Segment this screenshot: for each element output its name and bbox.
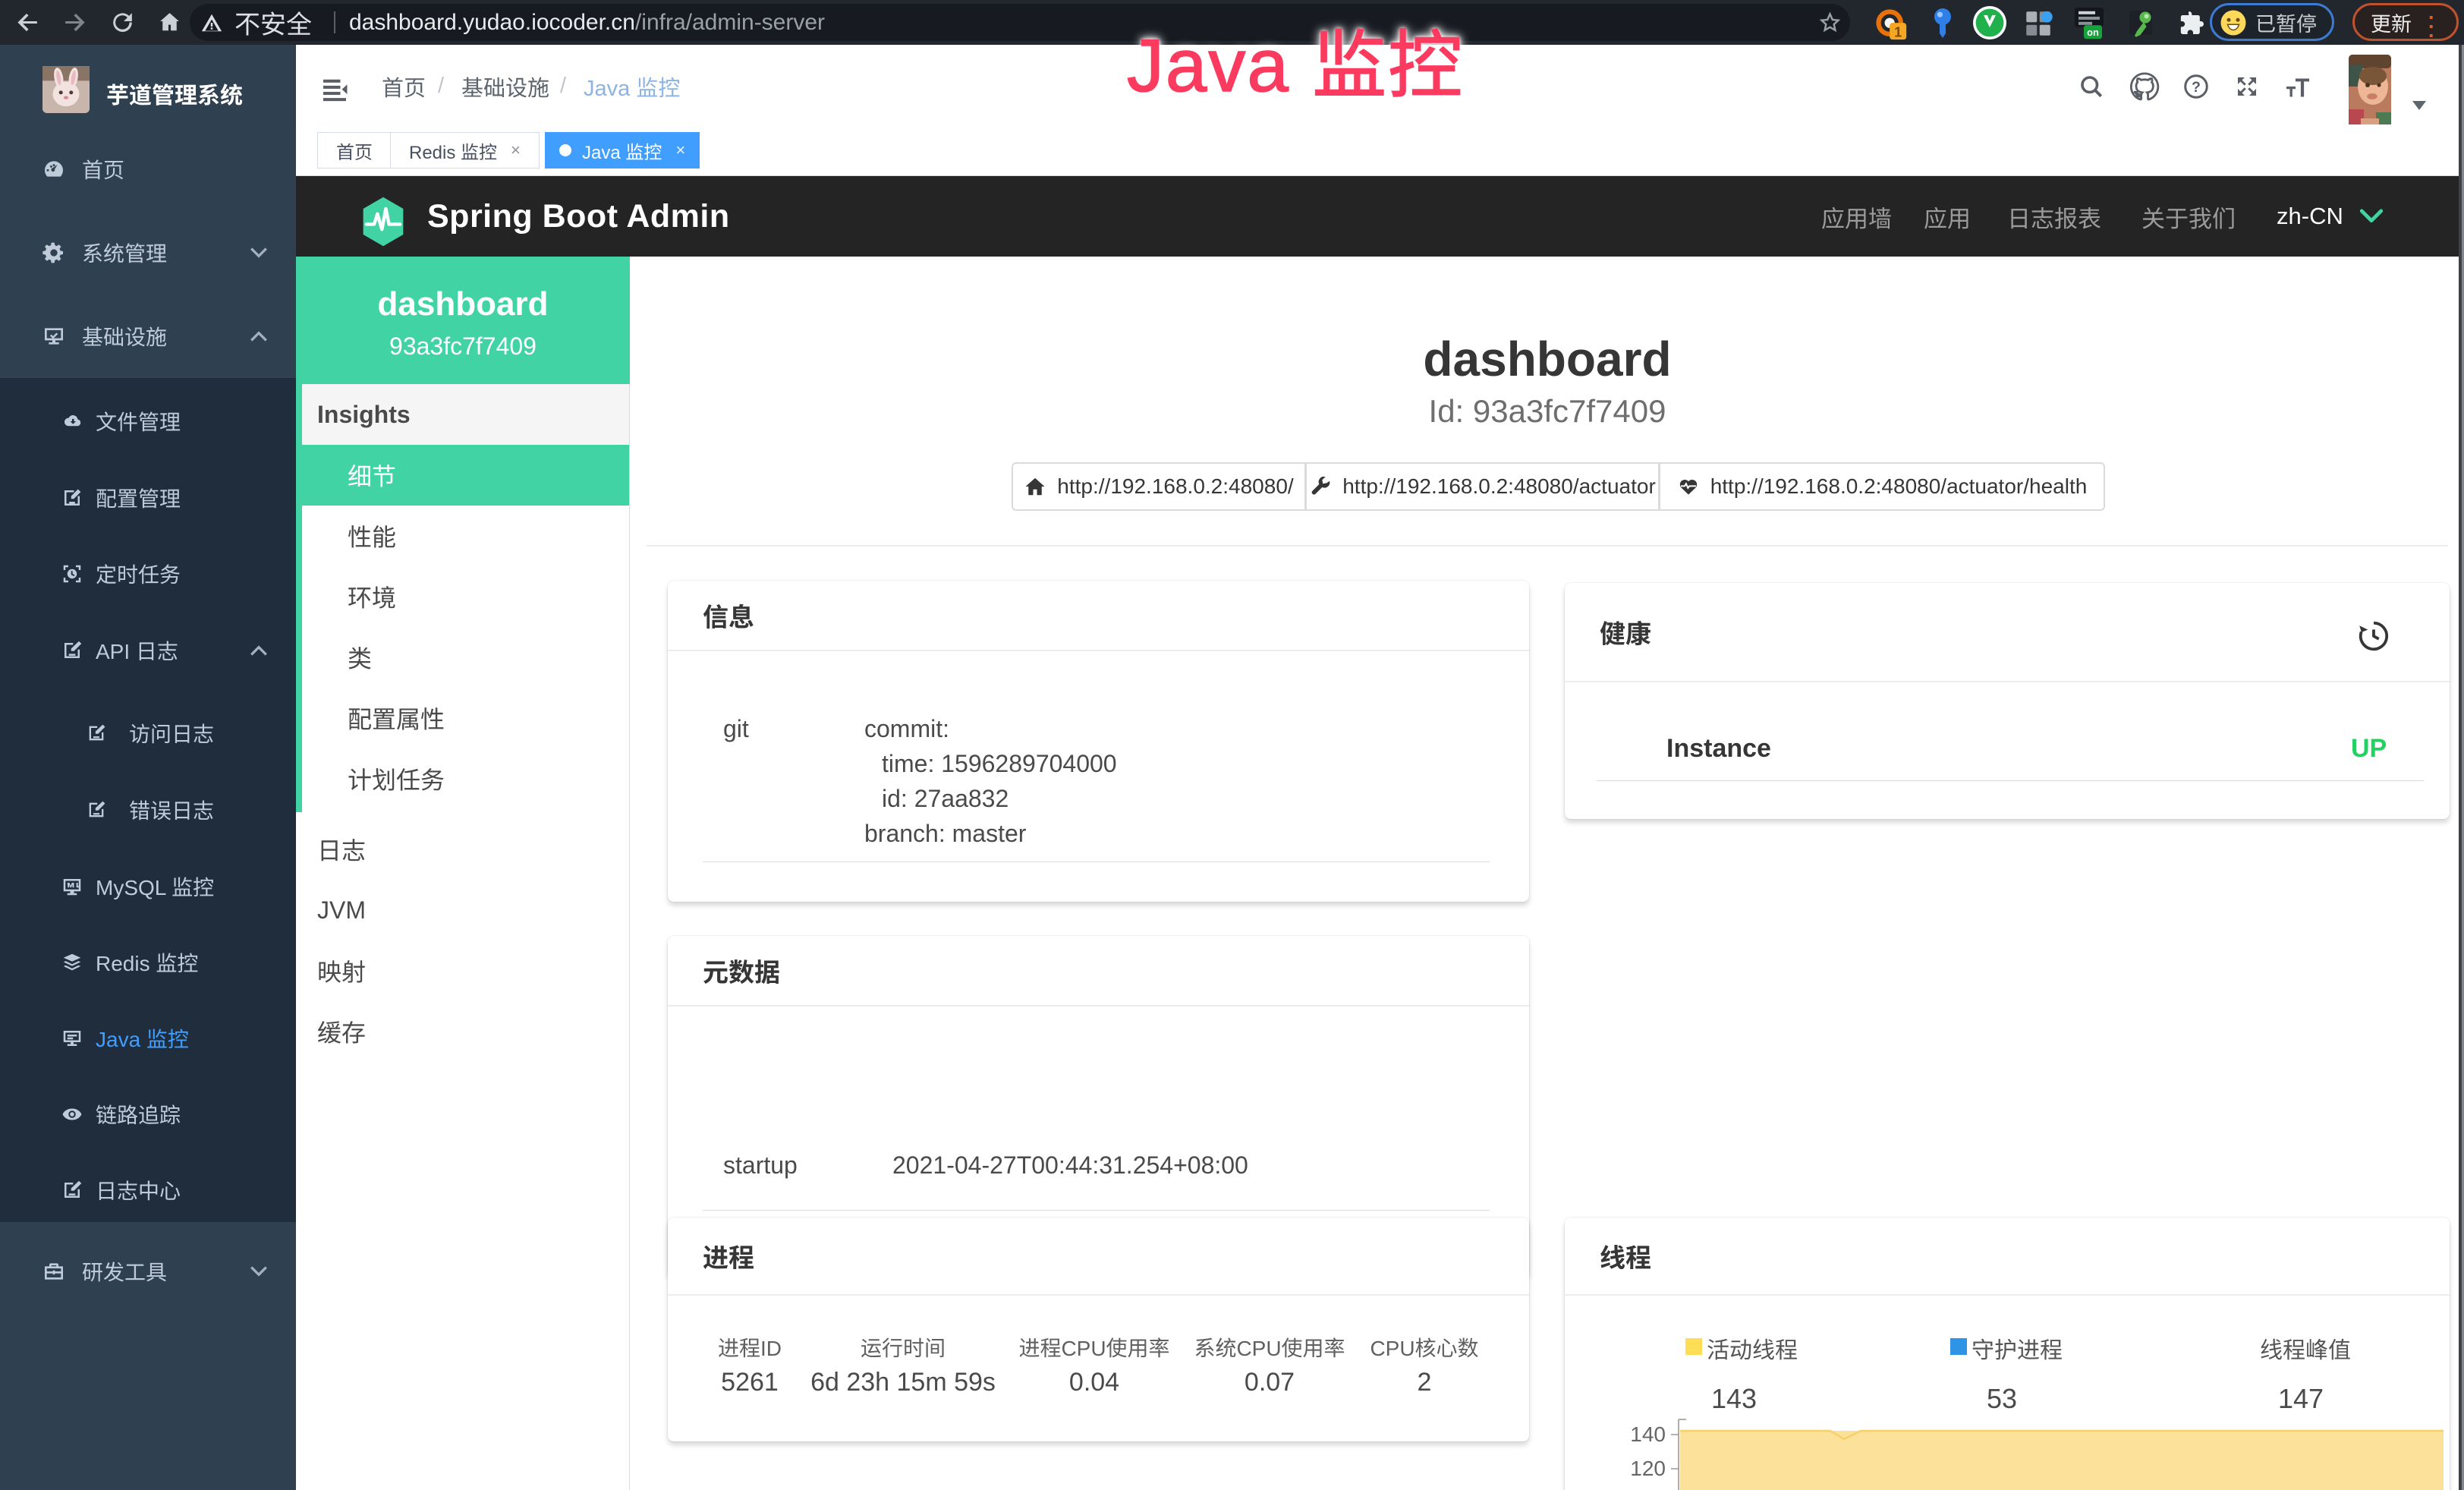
svg-text:120: 120 bbox=[1630, 1457, 1666, 1480]
svg-text:140: 140 bbox=[1630, 1422, 1666, 1446]
